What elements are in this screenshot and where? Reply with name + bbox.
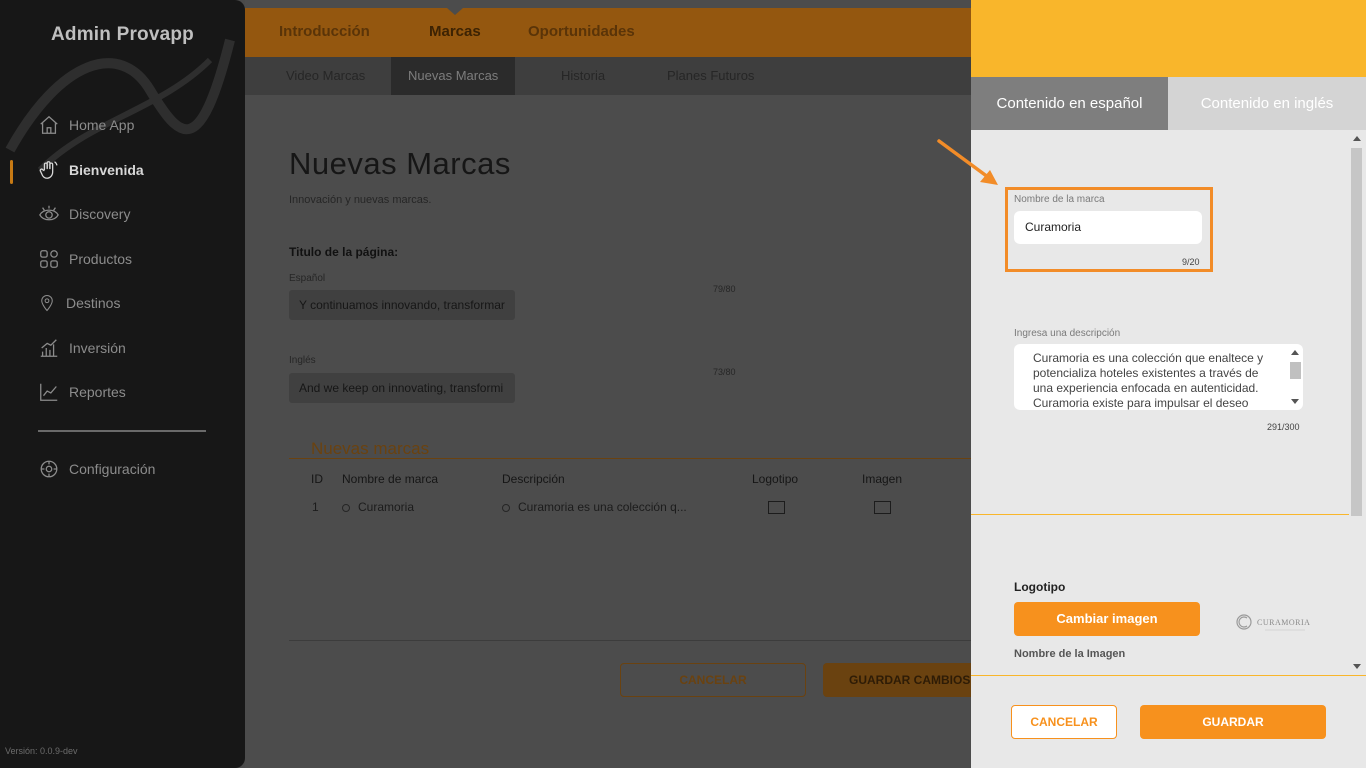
panel-header	[971, 0, 1366, 77]
scroll-thumb[interactable]	[1351, 148, 1362, 516]
scroll-thumb[interactable]	[1290, 362, 1301, 379]
panel-footer: CANCELAR GUARDAR	[971, 675, 1366, 768]
page-subtitle: Innovación y nuevas marcas.	[289, 194, 432, 206]
line-chart-icon	[40, 383, 58, 401]
spanish-title-input[interactable]: Y continuamos innovando, transformar	[289, 290, 515, 320]
table-divider	[289, 640, 989, 641]
english-label: Inglés	[289, 355, 316, 366]
active-tab-notch	[447, 8, 463, 15]
tab-oportunidades[interactable]: Oportunidades	[528, 23, 635, 40]
column-header-id: ID	[311, 472, 323, 486]
description-textarea[interactable]: Curamoria es una colección que enaltece …	[1014, 344, 1303, 410]
sidebar-item-label: Discovery	[69, 206, 131, 222]
sidebar-item-bienvenida[interactable]: Bienvenida	[38, 157, 144, 183]
tab-introduccion[interactable]: Introducción	[279, 23, 370, 40]
app-brand: Admin Provapp	[50, 24, 194, 45]
subtab-planes-futuros[interactable]: Planes Futuros	[667, 57, 754, 95]
row-description: Curamoria es una colección q...	[518, 500, 687, 514]
tab-spanish-content[interactable]: Contenido en español	[971, 77, 1168, 130]
gear-icon	[40, 460, 58, 478]
sidebar-item-destinos[interactable]: Destinos	[38, 290, 120, 316]
hand-wave-icon	[39, 161, 58, 179]
logo-label: Logotipo	[1014, 580, 1066, 594]
column-header-logo: Logotipo	[752, 472, 799, 486]
sidebar-item-label: Reportes	[69, 384, 126, 400]
section-divider	[289, 458, 989, 459]
sidebar-item-home-app[interactable]: Home App	[38, 112, 134, 138]
edit-brand-panel: Contenido en español Contenido en inglés…	[971, 0, 1366, 768]
scroll-up-icon[interactable]	[1353, 136, 1361, 141]
image-icon[interactable]	[874, 501, 891, 514]
sidebar-item-label: Home App	[69, 117, 135, 133]
sidebar-divider	[38, 430, 206, 432]
page-title: Nuevas Marcas	[289, 146, 511, 181]
row-name-cell[interactable]: Curamoria	[342, 500, 414, 514]
version-text: Versión: 0.0.9-dev	[5, 746, 78, 756]
row-description-cell[interactable]: Curamoria es una colección q...	[502, 500, 687, 514]
page-title-label: Titulo de la página:	[289, 245, 399, 259]
edit-dot-icon	[502, 504, 510, 512]
sidebar-item-productos[interactable]: Productos	[38, 246, 132, 272]
brand-name-label: Nombre de la marca	[1014, 194, 1105, 205]
home-icon	[40, 115, 58, 134]
english-title-input[interactable]: And we keep on innovating, transformi	[289, 373, 515, 403]
edit-dot-icon	[342, 504, 350, 512]
subtab-nuevas-marcas[interactable]: Nuevas Marcas	[391, 57, 516, 95]
annotation-arrow-icon	[937, 139, 998, 185]
sidebar-item-configuracion[interactable]: Configuración	[38, 456, 155, 482]
description-char-count: 291/300	[1267, 422, 1300, 432]
sidebar-item-discovery[interactable]: Discovery	[38, 201, 130, 227]
logo-image-icon[interactable]	[768, 501, 785, 514]
scroll-down-icon[interactable]	[1291, 399, 1299, 404]
sidebar-item-label: Inversión	[69, 340, 126, 356]
tab-english-content[interactable]: Contenido en inglés	[1168, 77, 1366, 130]
sidebar-item-label: Bienvenida	[69, 162, 144, 178]
description-scrollbar[interactable]	[1288, 344, 1302, 410]
spanish-char-count: 79/80	[713, 284, 736, 294]
scroll-up-icon[interactable]	[1291, 350, 1299, 355]
sidebar-item-label: Destinos	[66, 295, 121, 311]
change-image-button[interactable]: Cambiar imagen	[1014, 602, 1200, 636]
column-header-name: Nombre de marca	[342, 472, 439, 486]
language-tabs: Contenido en español Contenido en inglés	[971, 77, 1366, 130]
brand-name-input[interactable]: Curamoria	[1014, 211, 1202, 244]
column-header-description: Descripción	[502, 472, 565, 486]
sidebar-item-label: Productos	[69, 251, 133, 267]
row-name: Curamoria	[358, 500, 415, 514]
subtab-video-marcas[interactable]: Video Marcas	[286, 57, 365, 95]
active-indicator	[10, 160, 13, 184]
grid-icon	[40, 250, 58, 268]
eye-icon	[39, 205, 59, 221]
sidebar-item-reportes[interactable]: Reportes	[38, 379, 126, 405]
map-pin-icon	[41, 295, 53, 312]
sidebar: Admin Provapp Home App Bienvenida Discov…	[0, 0, 245, 768]
panel-save-button[interactable]: GUARDAR	[1140, 705, 1326, 739]
column-header-image: Imagen	[862, 472, 903, 486]
brand-logo: CURAMORIA	[1236, 614, 1310, 631]
scroll-down-icon[interactable]	[1353, 664, 1361, 669]
section-heading: Nuevas marcas	[311, 439, 430, 458]
sidebar-item-inversion[interactable]: Inversión	[38, 335, 126, 361]
sidebar-item-label: Configuración	[69, 461, 156, 477]
spanish-label: Español	[289, 273, 326, 284]
bar-chart-icon	[40, 339, 58, 357]
description-label: Ingresa una descripción	[1014, 328, 1121, 339]
brand-name-char-count: 9/20	[1182, 257, 1200, 267]
subtab-historia[interactable]: Historia	[561, 57, 605, 95]
english-char-count: 73/80	[713, 367, 736, 377]
panel-scrollbar[interactable]	[1349, 130, 1366, 675]
page-cancel-button[interactable]: CANCELAR	[620, 663, 806, 697]
tab-marcas[interactable]: Marcas	[429, 23, 481, 40]
panel-cancel-button[interactable]: CANCELAR	[1011, 705, 1117, 739]
brand-logo-text: CURAMORIA	[1257, 618, 1310, 627]
panel-section-divider	[971, 514, 1349, 515]
row-id: 1	[312, 500, 319, 514]
image-name-label: Nombre de la Imagen	[1014, 648, 1126, 660]
